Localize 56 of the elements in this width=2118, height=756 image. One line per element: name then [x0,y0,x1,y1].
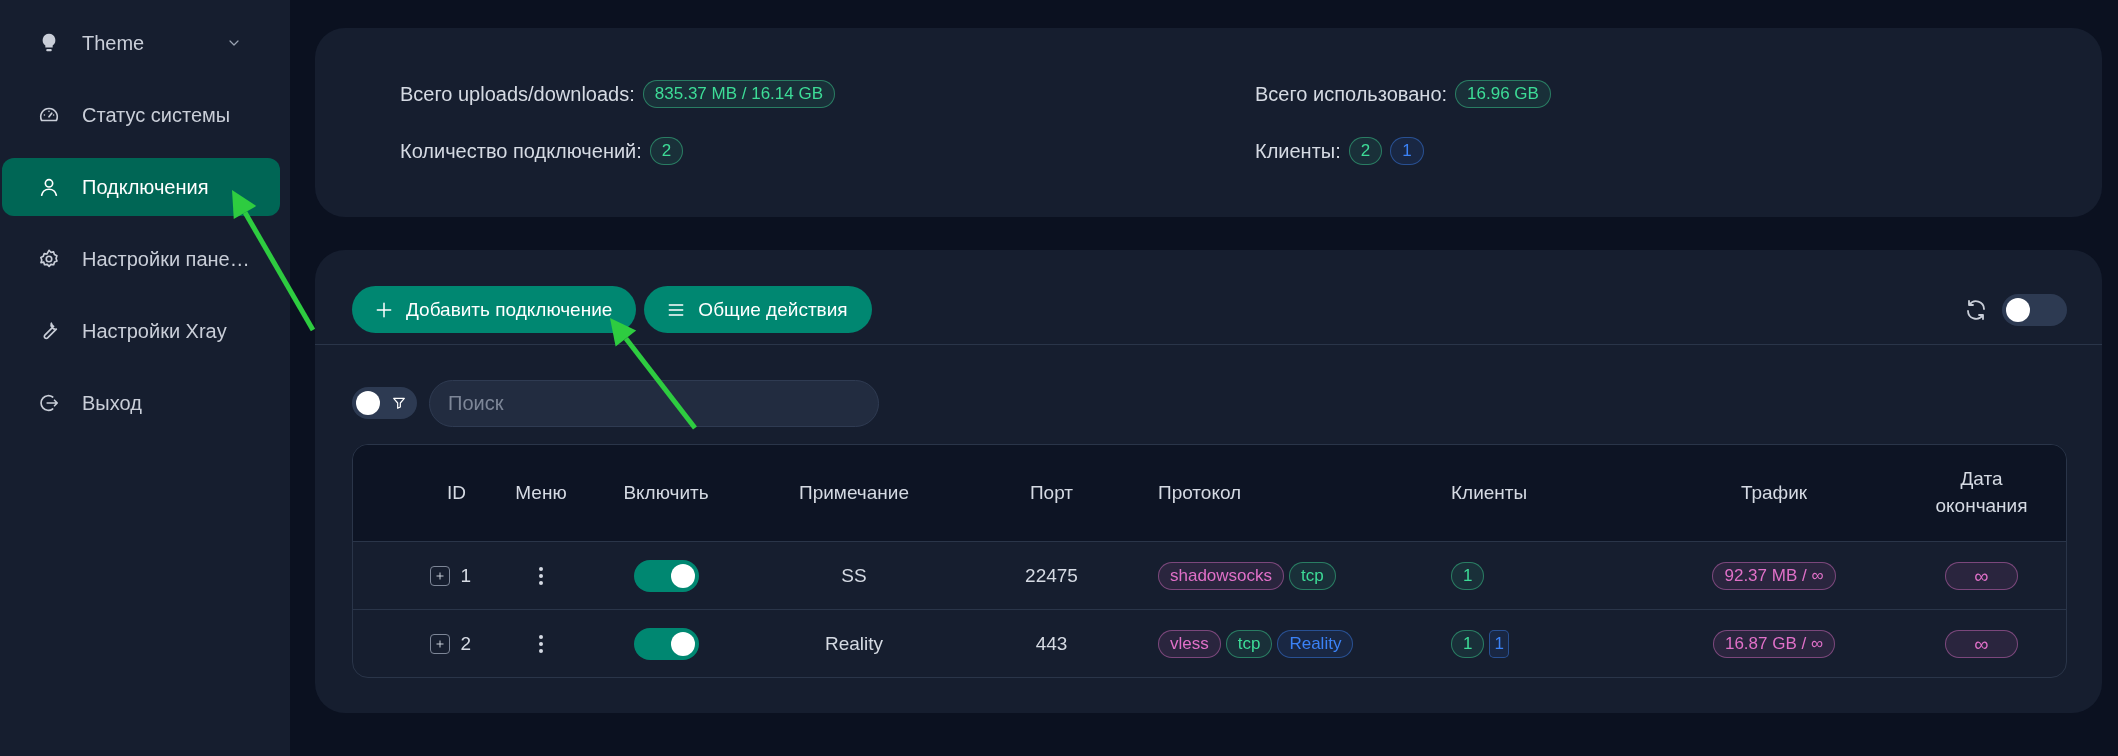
stat-label: Всего использовано: [1255,82,1448,106]
table-cell-text: 22475 [1024,564,1079,587]
tag: 16.87 GB / ∞ [1712,629,1836,658]
expand-button[interactable] [430,633,451,654]
sidebar-item[interactable]: Настройки Xray [2,302,280,360]
column-header: Клиенты [1450,482,1529,504]
toolbar-button[interactable]: Общие действия [644,286,872,333]
tag: ∞ [1945,629,2018,658]
table-cell: 1 [460,564,471,587]
sidebar-item[interactable]: Выход [2,374,280,432]
enable-switch[interactable] [633,559,699,592]
table-cell-text: SS [840,564,868,587]
tag: 92.37 MB / ∞ [1712,561,1836,590]
sidebar-item[interactable]: Статус системы [2,86,280,144]
enable-switch[interactable] [633,627,699,660]
logout-icon [38,392,60,414]
column-header: Включить [622,482,710,504]
auto-refresh-switch[interactable] [2002,293,2067,326]
refresh-icon [1964,297,1988,322]
tag: Reality [1277,629,1354,658]
tag: ∞ [1945,561,2018,590]
tag: 835.37 MB / 16.14 GB [642,80,835,108]
column-header: Протокол [1157,482,1243,504]
column-header: Примечание [798,482,910,504]
search-field[interactable]: Поиск [429,379,879,427]
filter-switch[interactable] [352,387,417,419]
user-icon [38,176,60,198]
sidebar-item[interactable]: Настройки пане… [2,230,280,288]
tag: shadowsocks [1158,561,1285,590]
sidebar-item[interactable]: Подключения [2,158,280,216]
settings-icon [38,248,60,270]
column-header: Трафик [1739,482,1809,504]
column-header: ID [446,482,467,504]
tag: 2 [649,137,684,165]
sidebar-item[interactable]: Theme [2,14,280,72]
tag: tcp [1289,561,1336,590]
tag: 1 [1451,561,1485,590]
tag: 1 [1489,629,1509,658]
column-header: Дата окончания [1934,467,2029,518]
table-cell-text: 443 [1034,632,1069,655]
table-cell: 2 [460,632,471,655]
tag: 16.96 GB [1455,80,1551,108]
expand-button[interactable] [430,565,451,586]
stat-label: Всего uploads/downloads: [400,82,635,106]
column-header: Порт [1028,482,1075,504]
tag: tcp [1225,629,1273,658]
tag: 1 [1390,137,1424,165]
toolbar-button[interactable]: Добавить подключение [352,286,637,333]
stat-label: Клиенты: [1255,139,1341,163]
tag: 1 [1451,629,1485,658]
stat-label: Количество подключений: [400,139,642,163]
tag: 2 [1348,137,1383,165]
table-cell-text: Reality [823,632,885,655]
tag: vless [1158,629,1221,658]
column-header: Меню [514,482,568,504]
filter-icon [391,395,407,411]
